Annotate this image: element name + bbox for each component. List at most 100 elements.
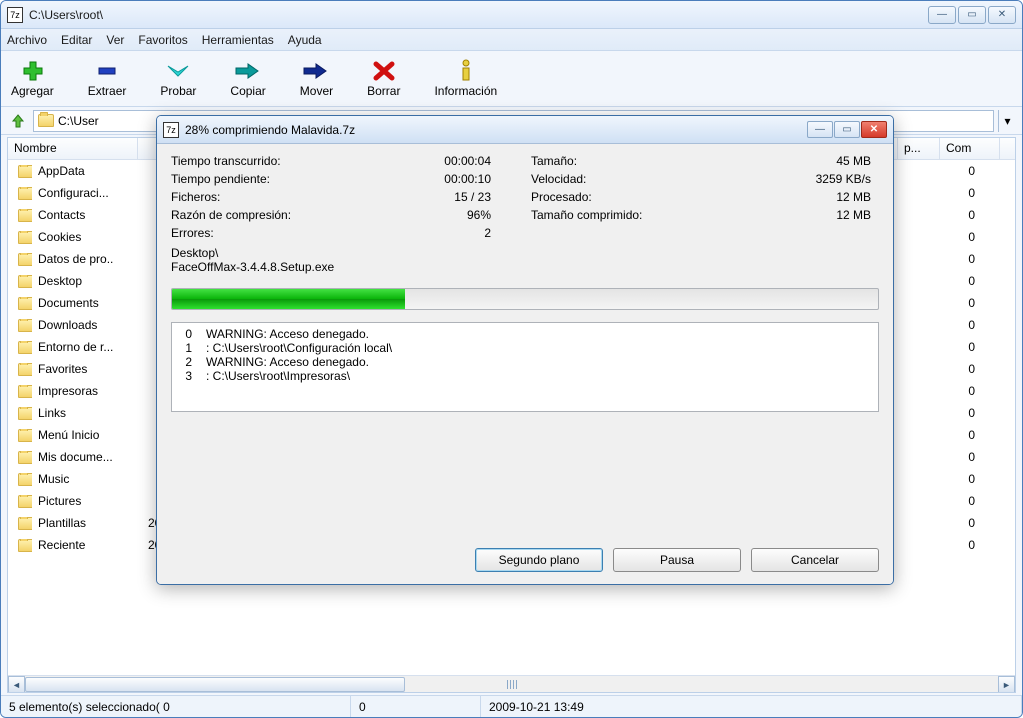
folder-icon — [18, 297, 32, 310]
cancel-button[interactable]: Cancelar — [751, 548, 879, 572]
toolbar-copiar[interactable]: Copiar — [230, 60, 265, 98]
folder-icon — [18, 517, 32, 530]
cell-extra: 0 — [955, 230, 1015, 244]
folder-icon — [18, 385, 32, 398]
label-razon: Razón de compresión: — [171, 208, 371, 222]
scroll-thumb[interactable] — [25, 677, 405, 692]
folder-icon — [18, 363, 32, 376]
col-p[interactable]: p... — [898, 138, 940, 159]
arrow-right-double-icon — [234, 60, 262, 82]
menu-ayuda[interactable]: Ayuda — [288, 33, 322, 47]
menu-herramientas[interactable]: Herramientas — [202, 33, 274, 47]
label-procesado: Procesado: — [531, 190, 731, 204]
up-button[interactable] — [7, 110, 29, 132]
menubar: Archivo Editar Ver Favoritos Herramienta… — [1, 29, 1022, 51]
progress-fill — [172, 289, 405, 309]
folder-icon — [18, 231, 32, 244]
cell-name: AppData — [32, 164, 142, 178]
cell-extra: 0 — [955, 384, 1015, 398]
value-tamano: 45 MB — [731, 154, 871, 168]
cell-extra: 0 — [955, 428, 1015, 442]
maximize-button[interactable]: ▭ — [958, 6, 986, 24]
dialog-buttons: Segundo plano Pausa Cancelar — [171, 530, 879, 572]
folder-icon — [18, 341, 32, 354]
stats-grid: Tiempo transcurrido: 00:00:04 Tamaño: 45… — [171, 154, 879, 240]
folder-icon — [18, 495, 32, 508]
scroll-right-icon[interactable]: ► — [998, 676, 1015, 693]
status-mid: 0 — [351, 696, 481, 717]
folder-icon — [18, 539, 32, 552]
close-button[interactable]: ✕ — [988, 6, 1016, 24]
label-tamano: Tamaño: — [531, 154, 731, 168]
cell-extra: 0 — [955, 318, 1015, 332]
cell-extra: 0 — [955, 516, 1015, 530]
cell-extra: 0 — [955, 472, 1015, 486]
minus-icon — [93, 60, 121, 82]
minimize-button[interactable]: — — [928, 6, 956, 24]
label-tiempo-transcurrido: Tiempo transcurrido: — [171, 154, 371, 168]
cell-name: Plantillas — [32, 516, 142, 530]
cell-extra: 0 — [955, 406, 1015, 420]
value-tiempo-pendiente: 00:00:10 — [371, 172, 491, 186]
cell-name: Configuraci... — [32, 186, 142, 200]
folder-icon — [18, 187, 32, 200]
value-tam-comp: 12 MB — [731, 208, 871, 222]
label-ficheros: Ficheros: — [171, 190, 371, 204]
dialog-minimize-button[interactable]: — — [807, 121, 833, 138]
plus-icon — [18, 60, 46, 82]
log-row: 1: C:\Users\root\Configuración local\ — [178, 341, 872, 355]
cell-name: Cookies — [32, 230, 142, 244]
folder-icon — [18, 209, 32, 222]
cell-extra: 0 — [955, 164, 1015, 178]
cell-extra: 0 — [955, 362, 1015, 376]
scroll-left-icon[interactable]: ◄ — [8, 676, 25, 693]
menu-favoritos[interactable]: Favoritos — [138, 33, 187, 47]
log-row: 2WARNING: Acceso denegado. — [178, 355, 872, 369]
dialog-maximize-button[interactable]: ▭ — [834, 121, 860, 138]
value-procesado: 12 MB — [731, 190, 871, 204]
log-row: 3: C:\Users\root\Impresoras\ — [178, 369, 872, 383]
cell-name: Reciente — [32, 538, 142, 552]
dialog-body: Tiempo transcurrido: 00:00:04 Tamaño: 45… — [157, 144, 893, 584]
menu-ver[interactable]: Ver — [106, 33, 124, 47]
folder-icon — [18, 165, 32, 178]
cell-name: Documents — [32, 296, 142, 310]
cell-name: Pictures — [32, 494, 142, 508]
address-text: C:\User — [58, 114, 99, 128]
col-nombre[interactable]: Nombre — [8, 138, 138, 159]
value-errores: 2 — [371, 226, 491, 240]
toolbar-mover[interactable]: Mover — [300, 60, 333, 98]
menu-editar[interactable]: Editar — [61, 33, 92, 47]
menu-archivo[interactable]: Archivo — [7, 33, 47, 47]
value-ficheros: 15 / 23 — [371, 190, 491, 204]
app-icon-7z: 7z — [163, 122, 179, 138]
status-selection: 5 elemento(s) seleccionado( 0 — [1, 696, 351, 717]
toolbar-informacion[interactable]: Información — [434, 60, 497, 98]
folder-icon — [18, 275, 32, 288]
cell-extra: 0 — [955, 208, 1015, 222]
cell-name: Mis docume... — [32, 450, 142, 464]
toolbar-probar[interactable]: Probar — [160, 60, 196, 98]
background-button[interactable]: Segundo plano — [475, 548, 603, 572]
x-icon — [370, 60, 398, 82]
app-icon-7z: 7z — [7, 7, 23, 23]
value-velocidad: 3259 KB/s — [731, 172, 871, 186]
cell-name: Menú Inicio — [32, 428, 142, 442]
toolbar-extraer[interactable]: Extraer — [88, 60, 127, 98]
col-com[interactable]: Com — [940, 138, 1000, 159]
cell-name: Links — [32, 406, 142, 420]
progress-bar — [171, 288, 879, 310]
info-icon — [452, 60, 480, 82]
label-tam-comp: Tamaño comprimido: — [531, 208, 731, 222]
folder-icon — [38, 114, 54, 127]
dialog-close-button[interactable]: ✕ — [861, 121, 887, 138]
cell-name: Favorites — [32, 362, 142, 376]
pause-button[interactable]: Pausa — [613, 548, 741, 572]
folder-icon — [18, 429, 32, 442]
cell-extra: 0 — [955, 252, 1015, 266]
horizontal-scrollbar[interactable]: ◄ ► — [8, 675, 1015, 692]
toolbar-agregar[interactable]: Agregar — [11, 60, 54, 98]
dialog-titlebar: 7z 28% comprimiendo Malavida.7z — ▭ ✕ — [157, 116, 893, 144]
toolbar-borrar[interactable]: Borrar — [367, 60, 400, 98]
address-dropdown[interactable]: ▾ — [998, 110, 1016, 132]
